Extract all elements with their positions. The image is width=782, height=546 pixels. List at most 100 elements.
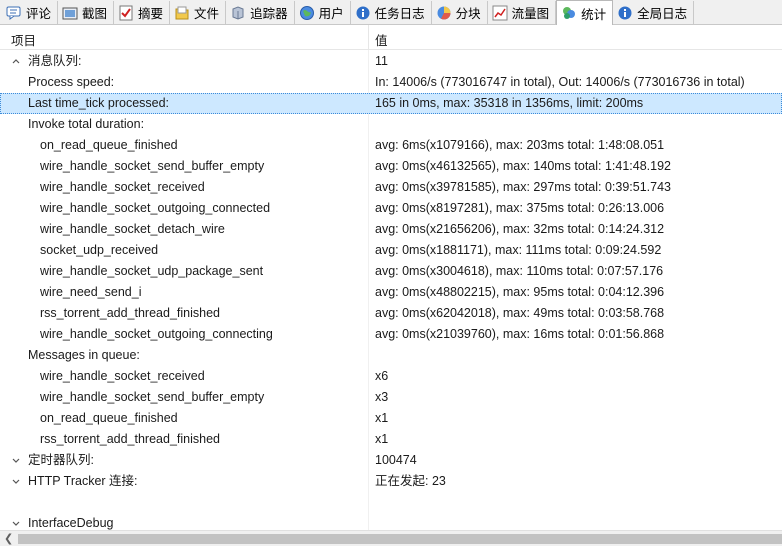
- tree-row[interactable]: wire_handle_socket_send_buffer_empty x3: [0, 387, 782, 408]
- row-name: Process speed:: [28, 75, 115, 89]
- tab-label: 截图: [82, 7, 108, 21]
- tab-5[interactable]: 用户: [294, 1, 351, 24]
- tree-row[interactable]: wire_handle_socket_received avg: 0ms(x397…: [0, 177, 782, 198]
- row-name: Messages in queue:: [28, 348, 140, 362]
- tab-10[interactable]: 全局日志: [613, 1, 695, 24]
- chart-icon: [492, 5, 508, 21]
- row-name: wire_handle_socket_received: [40, 180, 205, 194]
- row-value: 正在发起: 23: [375, 474, 446, 488]
- tree-row[interactable]: Last time_tick processed: 165 in 0ms, max…: [0, 93, 782, 114]
- tab-bar: 评论 截图 摘要 文件 追踪器 用户 任务日志 分块 流量图 统计 全局日志: [0, 0, 782, 25]
- tab-label: 文件: [194, 7, 220, 21]
- comment-icon: [6, 5, 22, 21]
- chevron-down-icon[interactable]: [11, 513, 23, 530]
- tree-row[interactable]: rss_torrent_add_thread_finished avg: 0ms(…: [0, 303, 782, 324]
- row-name: wire_handle_socket_send_buffer_empty: [40, 390, 265, 404]
- row-name: 消息队列:: [28, 54, 82, 68]
- tree-row[interactable]: Messages in queue:: [0, 345, 782, 366]
- tree-row[interactable]: rss_torrent_add_thread_finished x1: [0, 429, 782, 450]
- row-value: avg: 6ms(x1079166), max: 203ms total: 1:…: [375, 138, 665, 152]
- row-value: x3: [375, 390, 389, 404]
- row-value: 100474: [375, 453, 417, 467]
- tab-label: 全局日志: [637, 7, 688, 21]
- row-value: avg: 0ms(x21039760), max: 16ms total: 0:…: [375, 327, 665, 341]
- row-name: wire_handle_socket_outgoing_connecting: [40, 327, 273, 341]
- column-divider[interactable]: [368, 25, 369, 50]
- row-name: 定时器队列:: [28, 453, 94, 467]
- tree-row[interactable]: wire_handle_socket_detach_wire avg: 0ms(x…: [0, 219, 782, 240]
- file-icon: [174, 5, 190, 21]
- row-name: wire_need_send_i: [40, 285, 142, 299]
- tab-6[interactable]: 任务日志: [350, 1, 432, 24]
- row-name: InterfaceDebug: [28, 516, 114, 530]
- row-value: avg: 0ms(x3004618), max: 110ms total: 0:…: [375, 264, 664, 278]
- tree-row[interactable]: wire_handle_socket_received x6: [0, 366, 782, 387]
- tree-row[interactable]: on_read_queue_finished avg: 6ms(x1079166)…: [0, 135, 782, 156]
- pie-icon: [436, 5, 452, 21]
- column-header-item[interactable]: 项目: [11, 30, 36, 49]
- tree-row[interactable]: wire_handle_socket_outgoing_connecting av…: [0, 324, 782, 345]
- tree-row[interactable]: 消息队列: 11: [0, 51, 782, 72]
- tab-label: 任务日志: [374, 7, 425, 21]
- tree-row[interactable]: wire_handle_socket_udp_package_sent avg: …: [0, 261, 782, 282]
- row-value: avg: 0ms(x46132565), max: 140ms total: 1…: [375, 159, 672, 173]
- tab-label: 摘要: [138, 7, 164, 21]
- tab-label: 分块: [455, 7, 481, 21]
- peers-globe-icon: [299, 5, 315, 21]
- tab-label: 流量图: [511, 7, 550, 21]
- tab-label: 评论: [26, 7, 52, 21]
- row-name: socket_udp_received: [40, 243, 159, 257]
- tab-label: 用户: [318, 7, 344, 21]
- tree-row[interactable]: wire_handle_socket_send_buffer_empty avg:…: [0, 156, 782, 177]
- tree-row[interactable]: HTTP Tracker 连接: 正在发起: 23: [0, 471, 782, 492]
- row-value: x1: [375, 432, 389, 446]
- row-value: avg: 0ms(x21656206), max: 32ms total: 0:…: [375, 222, 665, 236]
- tab-7[interactable]: 分块: [431, 1, 488, 24]
- stats-icon: [561, 5, 577, 21]
- tab-2[interactable]: 摘要: [114, 1, 171, 24]
- row-value: x1: [375, 411, 389, 425]
- tree-row[interactable]: wire_handle_socket_outgoing_connected avg…: [0, 198, 782, 219]
- row-name: HTTP Tracker 连接:: [28, 474, 138, 488]
- row-value: x6: [375, 369, 389, 383]
- tab-4[interactable]: 追踪器: [226, 1, 295, 24]
- list-header: 项目 值: [0, 25, 782, 50]
- tab-9[interactable]: 统计: [556, 0, 614, 25]
- row-value: avg: 0ms(x62042018), max: 49ms total: 0:…: [375, 306, 665, 320]
- tree-row[interactable]: on_read_queue_finished x1: [0, 408, 782, 429]
- row-name: wire_handle_socket_udp_package_sent: [40, 264, 264, 278]
- tab-1[interactable]: 截图: [58, 1, 115, 24]
- screenshot-icon: [62, 5, 78, 21]
- column-header-value[interactable]: 值: [375, 30, 388, 49]
- tab-8[interactable]: 流量图: [487, 1, 557, 24]
- tracker-icon: [230, 5, 246, 21]
- row-name: wire_handle_socket_send_buffer_empty: [40, 159, 265, 173]
- scroll-left-arrow-icon[interactable]: ❮: [4, 532, 13, 545]
- info-icon: [617, 5, 633, 21]
- tab-0[interactable]: 评论: [2, 1, 59, 24]
- row-name: Invoke total duration:: [28, 117, 145, 131]
- tab-3[interactable]: 文件: [170, 1, 227, 24]
- tree-row[interactable]: socket_udp_received avg: 0ms(x1881171), m…: [0, 240, 782, 261]
- tab-label: 统计: [581, 7, 607, 22]
- row-value: avg: 0ms(x39781585), max: 297ms total: 0…: [375, 180, 672, 194]
- row-name: on_read_queue_finished: [40, 138, 178, 152]
- summary-check-icon: [118, 5, 134, 21]
- tree-row[interactable]: Invoke total duration:: [0, 114, 782, 135]
- row-value: 11: [375, 54, 388, 68]
- row-name: Last time_tick processed:: [28, 96, 170, 110]
- row-name: wire_handle_socket_detach_wire: [40, 222, 225, 236]
- scrollbar-thumb[interactable]: [18, 534, 782, 544]
- horizontal-scrollbar[interactable]: ❮: [0, 530, 782, 546]
- tab-label: 追踪器: [250, 7, 288, 21]
- tree-row[interactable]: InterfaceDebug: [0, 513, 782, 530]
- tree-row[interactable]: Process speed: In: 14006/s (773016747 in …: [0, 72, 782, 93]
- tree-row[interactable]: 定时器队列: 100474: [0, 450, 782, 471]
- row-name: on_read_queue_finished: [40, 411, 178, 425]
- tree-row[interactable]: [0, 492, 782, 513]
- row-value: 165 in 0ms, max: 35318 in 1356ms, limit:…: [375, 96, 644, 110]
- row-value: avg: 0ms(x8197281), max: 375ms total: 0:…: [375, 201, 665, 215]
- row-name: rss_torrent_add_thread_finished: [40, 306, 220, 320]
- row-value: avg: 0ms(x48802215), max: 95ms total: 0:…: [375, 285, 665, 299]
- tree-row[interactable]: wire_need_send_i avg: 0ms(x48802215), max…: [0, 282, 782, 303]
